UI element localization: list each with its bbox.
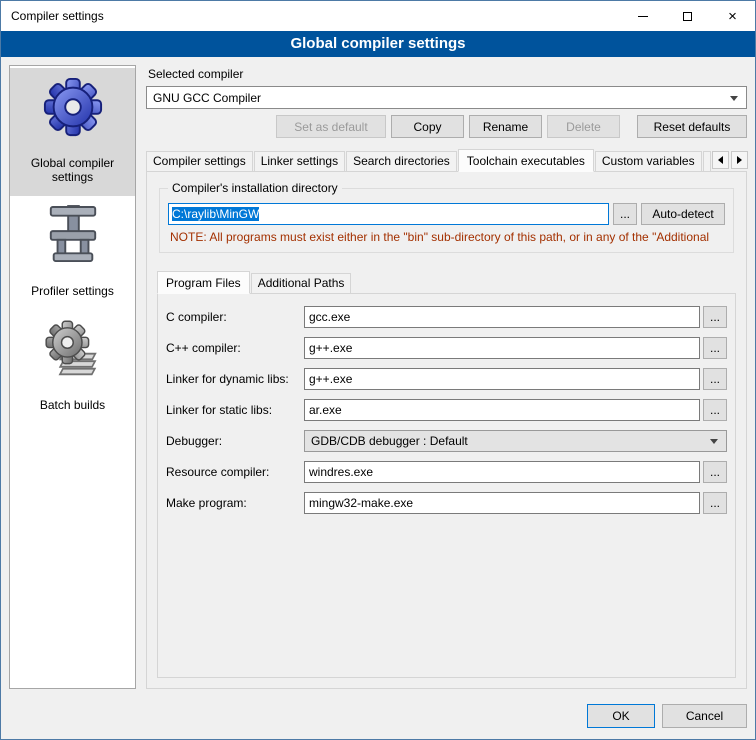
- debugger-row: Debugger: GDB/CDB debugger : Default: [166, 430, 727, 452]
- linker-static-browse-button[interactable]: ...: [703, 399, 727, 421]
- minimize-button[interactable]: [620, 1, 665, 31]
- window-controls: ×: [620, 1, 755, 31]
- dialog-footer: OK Cancel: [1, 699, 755, 739]
- chevron-down-icon: [710, 439, 718, 444]
- compiler-settings-window: Compiler settings × Global compiler sett…: [0, 0, 756, 740]
- linker-dynamic-label: Linker for dynamic libs:: [166, 372, 304, 386]
- tab-search-directories[interactable]: Search directories: [346, 151, 457, 171]
- tab-linker-settings[interactable]: Linker settings: [254, 151, 345, 171]
- make-program-label: Make program:: [166, 496, 304, 510]
- tab-program-files[interactable]: Program Files: [157, 271, 250, 294]
- tab-build-options[interactable]: Build options: [703, 151, 711, 171]
- installation-directory-row: C:\raylib\MinGW ... Auto-detect: [168, 203, 725, 225]
- close-icon: ×: [728, 8, 737, 25]
- auto-detect-button[interactable]: Auto-detect: [641, 203, 725, 225]
- gear-icon: [13, 74, 132, 140]
- resource-compiler-label: Resource compiler:: [166, 465, 304, 479]
- installation-directory-legend: Compiler's installation directory: [168, 181, 342, 195]
- ok-button[interactable]: OK: [587, 704, 655, 728]
- window-title: Compiler settings: [1, 9, 104, 23]
- c-compiler-browse-button[interactable]: ...: [703, 306, 727, 328]
- compiler-buttons-row: Set as default Copy Rename Delete Reset …: [146, 115, 747, 138]
- maximize-icon: [683, 12, 692, 21]
- installation-directory-input[interactable]: C:\raylib\MinGW: [168, 203, 609, 225]
- rename-button[interactable]: Rename: [469, 115, 542, 138]
- cpp-compiler-label: C++ compiler:: [166, 341, 304, 355]
- linker-static-label: Linker for static libs:: [166, 403, 304, 417]
- resource-compiler-input[interactable]: [304, 461, 700, 483]
- make-program-input[interactable]: [304, 492, 700, 514]
- debugger-value: GDB/CDB debugger : Default: [311, 434, 468, 448]
- set-as-default-button[interactable]: Set as default: [276, 115, 386, 138]
- dialog-content: Global compiler settings: [1, 57, 755, 699]
- tab-compiler-settings[interactable]: Compiler settings: [146, 151, 253, 171]
- cancel-button[interactable]: Cancel: [662, 704, 747, 728]
- installation-directory-groupbox: Compiler's installation directory C:\ray…: [159, 188, 734, 253]
- cpp-compiler-row: C++ compiler: ...: [166, 337, 727, 359]
- installation-directory-value: C:\raylib\MinGW: [172, 207, 259, 221]
- selected-compiler-dropdown[interactable]: GNU GCC Compiler: [146, 86, 747, 109]
- settings-sidebar: Global compiler settings: [9, 65, 136, 689]
- make-program-row: Make program: ...: [166, 492, 727, 514]
- minimize-icon: [638, 16, 648, 17]
- cpp-compiler-browse-button[interactable]: ...: [703, 337, 727, 359]
- program-files-panel: C compiler: ... C++ compiler: ... Linker…: [157, 293, 736, 678]
- clamp-tool-icon: [13, 202, 132, 268]
- program-files-tabstrip: Program Files Additional Paths: [157, 271, 736, 293]
- sidebar-item-batch-builds[interactable]: Batch builds: [10, 310, 135, 424]
- linker-dynamic-browse-button[interactable]: ...: [703, 368, 727, 390]
- resource-compiler-browse-button[interactable]: ...: [703, 461, 727, 483]
- batch-builds-gear-icon: [13, 316, 132, 382]
- sidebar-item-label: Global compiler settings: [13, 156, 132, 184]
- sidebar-item-profiler-settings[interactable]: Profiler settings: [10, 196, 135, 310]
- installation-directory-browse-button[interactable]: ...: [613, 203, 637, 225]
- settings-tabstrip: Compiler settings Linker settings Search…: [146, 149, 747, 171]
- c-compiler-input[interactable]: [304, 306, 700, 328]
- linker-static-input[interactable]: [304, 399, 700, 421]
- maximize-button[interactable]: [665, 1, 710, 31]
- selected-compiler-value: GNU GCC Compiler: [153, 91, 261, 105]
- tab-additional-paths[interactable]: Additional Paths: [251, 273, 352, 293]
- selected-compiler-label: Selected compiler: [148, 67, 747, 81]
- sidebar-item-label: Profiler settings: [13, 284, 132, 298]
- chevron-down-icon: [730, 96, 738, 101]
- linker-dynamic-input[interactable]: [304, 368, 700, 390]
- page-title: Global compiler settings: [1, 31, 755, 57]
- tab-scroll-arrows: [712, 151, 748, 171]
- make-program-browse-button[interactable]: ...: [703, 492, 727, 514]
- tab-custom-variables[interactable]: Custom variables: [595, 151, 702, 171]
- arrow-left-icon: [718, 156, 723, 164]
- toolchain-executables-panel: Compiler's installation directory C:\ray…: [146, 171, 747, 689]
- bin-subdirectory-note: NOTE: All programs must exist either in …: [170, 230, 723, 244]
- sidebar-item-label: Batch builds: [13, 398, 132, 412]
- copy-button[interactable]: Copy: [391, 115, 464, 138]
- titlebar[interactable]: Compiler settings ×: [1, 1, 755, 31]
- c-compiler-row: C compiler: ...: [166, 306, 727, 328]
- tab-toolchain-executables[interactable]: Toolchain executables: [458, 149, 594, 172]
- linker-dynamic-row: Linker for dynamic libs: ...: [166, 368, 727, 390]
- linker-static-row: Linker for static libs: ...: [166, 399, 727, 421]
- close-button[interactable]: ×: [710, 1, 755, 31]
- debugger-label: Debugger:: [166, 434, 304, 448]
- tab-scroll-left-button[interactable]: [712, 151, 729, 169]
- arrow-right-icon: [737, 156, 742, 164]
- sidebar-item-global-compiler-settings[interactable]: Global compiler settings: [10, 68, 135, 196]
- debugger-dropdown[interactable]: GDB/CDB debugger : Default: [304, 430, 727, 452]
- cpp-compiler-input[interactable]: [304, 337, 700, 359]
- main-panel: Selected compiler GNU GCC Compiler Set a…: [146, 65, 747, 689]
- resource-compiler-row: Resource compiler: ...: [166, 461, 727, 483]
- tab-scroll-right-button[interactable]: [731, 151, 748, 169]
- reset-defaults-button[interactable]: Reset defaults: [637, 115, 747, 138]
- c-compiler-label: C compiler:: [166, 310, 304, 324]
- delete-button[interactable]: Delete: [547, 115, 620, 138]
